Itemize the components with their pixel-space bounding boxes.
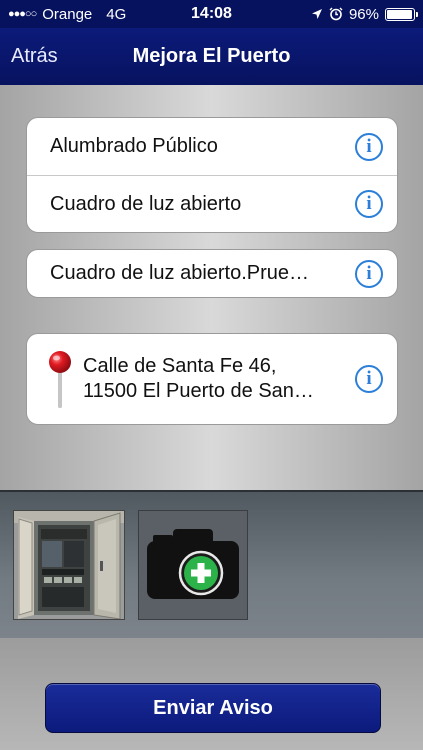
photo-thumbnail[interactable] — [13, 510, 125, 620]
address-line-1: Calle de Santa Fe 46, — [83, 355, 277, 377]
info-icon[interactable]: i — [355, 190, 383, 218]
subcategory-label: Cuadro de luz abierto — [50, 192, 242, 215]
send-report-button[interactable]: Enviar Aviso — [45, 683, 381, 733]
form-content: Alumbrado Público i Cuadro de luz abiert… — [0, 85, 423, 490]
info-icon[interactable]: i — [355, 259, 383, 288]
info-icon[interactable]: i — [355, 132, 383, 161]
page-title: Mejora El Puerto — [132, 45, 291, 67]
address-text: Calle de Santa Fe 46, 11500 El Puerto de… — [83, 354, 314, 404]
alarm-icon — [329, 7, 343, 21]
back-button[interactable]: Atrás — [11, 28, 58, 85]
network-type: 4G — [106, 5, 127, 23]
add-photo-button[interactable] — [138, 510, 248, 620]
battery-percent: 96% — [348, 5, 379, 23]
subcategory-row[interactable]: Cuadro de luz abierto i — [27, 175, 397, 232]
status-bar: ●●●○○ Orange 4G 14:08 96% — [0, 0, 423, 28]
battery-level — [387, 9, 412, 19]
signal-strength-icon: ●●●○○ — [8, 8, 37, 20]
description-row[interactable]: Cuadro de luz abierto.Prue… i — [27, 250, 397, 297]
info-icon[interactable]: i — [355, 365, 383, 393]
map-pin-icon — [49, 351, 71, 408]
bottom-area: Enviar Aviso — [0, 638, 423, 750]
electrical-cabinet-photo — [14, 511, 124, 619]
location-arrow-icon — [311, 9, 322, 19]
description-text: Cuadro de luz abierto.Prue… — [50, 262, 310, 284]
status-left: ●●●○○ Orange 4G — [8, 6, 126, 23]
camera-add-icon — [147, 529, 239, 599]
description-card: Cuadro de luz abierto.Prue… i — [26, 249, 398, 298]
address-row[interactable]: Calle de Santa Fe 46, 11500 El Puerto de… — [27, 334, 397, 424]
battery-icon — [385, 7, 418, 21]
address-card: Calle de Santa Fe 46, 11500 El Puerto de… — [26, 333, 398, 425]
category-label: Alumbrado Público — [50, 135, 218, 157]
navigation-bar: Atrás Mejora El Puerto — [0, 28, 423, 85]
photo-strip — [0, 490, 423, 638]
category-card: Alumbrado Público i Cuadro de luz abiert… — [26, 117, 398, 233]
address-line-2: 11500 El Puerto de San… — [83, 380, 314, 402]
status-right: 96% — [311, 5, 418, 23]
carrier-name: Orange — [42, 5, 93, 23]
category-row[interactable]: Alumbrado Público i — [27, 118, 397, 175]
